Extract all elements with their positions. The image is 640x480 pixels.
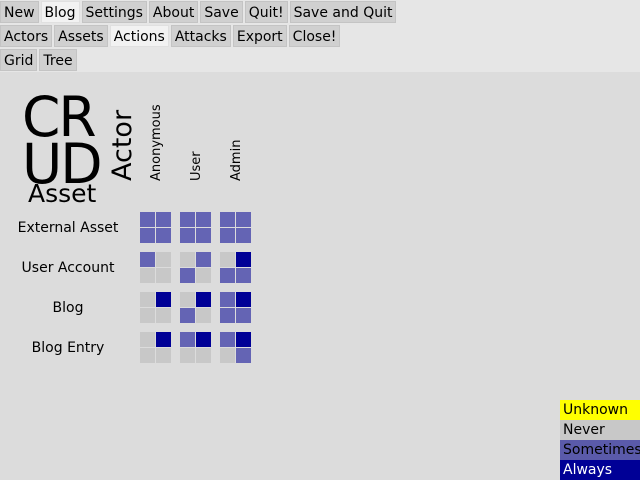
delete-permission[interactable]: [236, 268, 251, 283]
legend-never: Never: [560, 420, 640, 440]
update-permission[interactable]: [220, 348, 235, 363]
delete-permission[interactable]: [236, 308, 251, 323]
read-permission[interactable]: [156, 252, 171, 267]
update-permission[interactable]: [220, 308, 235, 323]
read-permission[interactable]: [236, 332, 251, 347]
sub-toolbar: Actors Assets Actions Attacks Export Close!: [0, 24, 342, 47]
create-permission[interactable]: [180, 252, 195, 267]
new-button[interactable]: New: [0, 1, 39, 23]
crud-cell-user-account-user[interactable]: [180, 252, 212, 284]
actor-header: Actor: [107, 109, 138, 181]
read-permission[interactable]: [156, 332, 171, 347]
update-permission[interactable]: [220, 268, 235, 283]
update-permission[interactable]: [140, 348, 155, 363]
update-permission[interactable]: [180, 268, 195, 283]
delete-permission[interactable]: [156, 308, 171, 323]
create-permission[interactable]: [140, 212, 155, 227]
crud-cell-blog-anonymous[interactable]: [140, 292, 172, 324]
create-permission[interactable]: [180, 292, 195, 307]
grid-button[interactable]: Grid: [0, 49, 38, 71]
save-button[interactable]: Save: [200, 1, 243, 23]
crud-cell-blog-entry-anonymous[interactable]: [140, 332, 172, 364]
crud-cell-user-account-anonymous[interactable]: [140, 252, 172, 284]
read-permission[interactable]: [196, 212, 211, 227]
update-permission[interactable]: [180, 308, 195, 323]
read-permission[interactable]: [156, 212, 171, 227]
delete-permission[interactable]: [156, 228, 171, 243]
close-button[interactable]: Close!: [288, 25, 341, 47]
assets-button[interactable]: Assets: [54, 25, 108, 47]
read-permission[interactable]: [156, 292, 171, 307]
delete-permission[interactable]: [196, 268, 211, 283]
asset-row-blog: Blog: [52, 300, 84, 316]
legend-sometimes: Sometimes: [560, 440, 640, 460]
delete-permission[interactable]: [236, 228, 251, 243]
create-permission[interactable]: [140, 252, 155, 267]
attacks-button[interactable]: Attacks: [170, 25, 231, 47]
read-permission[interactable]: [196, 332, 211, 347]
crud-cell-user-account-admin[interactable]: [220, 252, 252, 284]
read-permission[interactable]: [196, 252, 211, 267]
create-permission[interactable]: [180, 332, 195, 347]
create-permission[interactable]: [220, 252, 235, 267]
export-button[interactable]: Export: [232, 25, 287, 47]
asset-header: Asset: [28, 179, 97, 208]
delete-permission[interactable]: [196, 228, 211, 243]
read-permission[interactable]: [236, 252, 251, 267]
tree-button[interactable]: Tree: [39, 49, 77, 71]
quit-button[interactable]: Quit!: [244, 1, 288, 23]
update-permission[interactable]: [140, 308, 155, 323]
actor-column-admin: Admin: [229, 139, 244, 181]
save-and-quit-button[interactable]: Save and Quit: [289, 1, 397, 23]
delete-permission[interactable]: [196, 308, 211, 323]
delete-permission[interactable]: [156, 348, 171, 363]
update-permission[interactable]: [180, 348, 195, 363]
read-permission[interactable]: [236, 292, 251, 307]
actions-button[interactable]: Actions: [109, 25, 169, 47]
crud-cell-external-asset-admin[interactable]: [220, 212, 252, 244]
read-permission[interactable]: [196, 292, 211, 307]
asset-row-blog-entry: Blog Entry: [31, 340, 105, 356]
actors-button[interactable]: Actors: [0, 25, 53, 47]
crud-header: CR UD: [22, 90, 103, 192]
crud-cell-blog-entry-user[interactable]: [180, 332, 212, 364]
actor-column-anonymous: Anonymous: [149, 104, 164, 181]
legend-unknown: Unknown: [560, 400, 640, 420]
crud-cell-external-asset-user[interactable]: [180, 212, 212, 244]
delete-permission[interactable]: [196, 348, 211, 363]
view-toolbar: Grid Tree: [0, 48, 79, 71]
actor-column-user: User: [189, 151, 204, 181]
create-permission[interactable]: [220, 332, 235, 347]
crud-cell-blog-user[interactable]: [180, 292, 212, 324]
create-permission[interactable]: [220, 212, 235, 227]
main-toolbar: New Blog Settings About Save Quit! Save and Qu…: [0, 0, 398, 23]
update-permission[interactable]: [180, 228, 195, 243]
blog-button[interactable]: Blog: [40, 1, 80, 23]
crud-cell-blog-admin[interactable]: [220, 292, 252, 324]
about-button[interactable]: About: [148, 1, 199, 23]
update-permission[interactable]: [140, 228, 155, 243]
legend-always: Always: [560, 460, 640, 480]
settings-button[interactable]: Settings: [81, 1, 147, 23]
delete-permission[interactable]: [236, 348, 251, 363]
update-permission[interactable]: [220, 228, 235, 243]
crud-cell-blog-entry-admin[interactable]: [220, 332, 252, 364]
crud-cell-external-asset-anonymous[interactable]: [140, 212, 172, 244]
asset-row-external-asset: External Asset: [17, 220, 119, 236]
create-permission[interactable]: [140, 292, 155, 307]
create-permission[interactable]: [220, 292, 235, 307]
asset-row-user-account: User Account: [21, 260, 115, 276]
update-permission[interactable]: [140, 268, 155, 283]
delete-permission[interactable]: [156, 268, 171, 283]
create-permission[interactable]: [140, 332, 155, 347]
read-permission[interactable]: [236, 212, 251, 227]
create-permission[interactable]: [180, 212, 195, 227]
